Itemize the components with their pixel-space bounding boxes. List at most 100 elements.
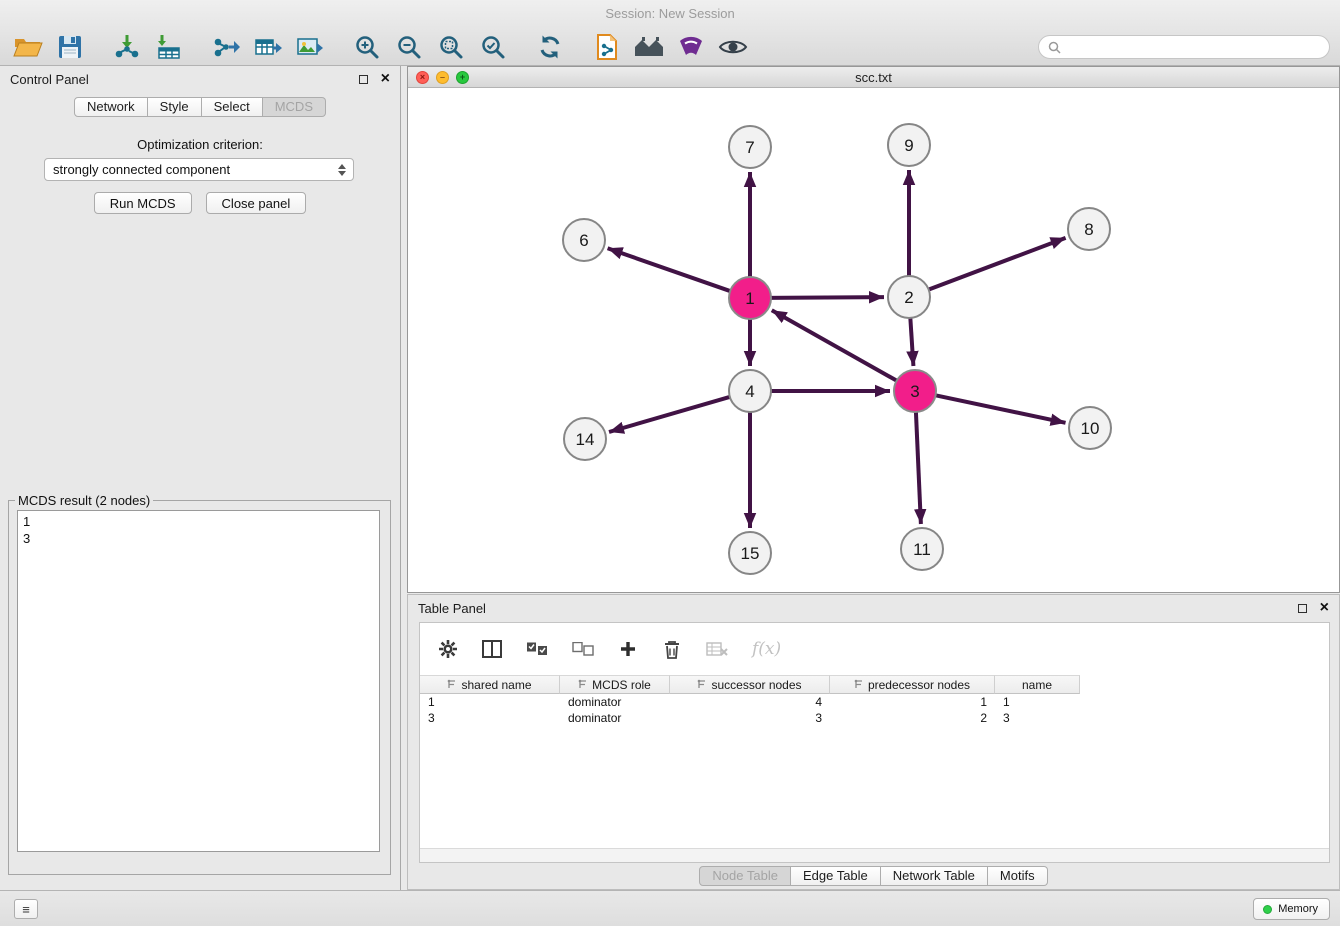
svg-text:3: 3 [910, 382, 919, 401]
import-network-icon[interactable] [111, 32, 143, 62]
import-table-icon[interactable] [153, 32, 185, 62]
graph-node-15[interactable]: 15 [729, 532, 771, 574]
svg-text:11: 11 [913, 540, 931, 559]
export-network-icon[interactable] [210, 32, 242, 62]
search-input[interactable] [1067, 40, 1329, 54]
zoom-selected-icon[interactable] [477, 32, 509, 62]
graph-edge-2-3[interactable] [910, 315, 913, 366]
network-window-title: scc.txt [855, 70, 892, 85]
column-header-predecessor-nodes[interactable]: predecessor nodes [830, 675, 995, 694]
zoom-window-icon[interactable]: + [456, 71, 469, 84]
close-panel-button[interactable]: Close panel [206, 192, 307, 214]
graph-node-10[interactable]: 10 [1069, 407, 1111, 449]
search-box[interactable] [1038, 35, 1330, 59]
add-row-icon[interactable] [618, 640, 638, 658]
column-header-mcds-role[interactable]: MCDS role [560, 675, 670, 694]
column-header-label: successor nodes [711, 678, 801, 692]
mcds-result-title: MCDS result (2 nodes) [15, 493, 153, 508]
graph-node-11[interactable]: 11 [901, 528, 943, 570]
table-cell: 3 [670, 710, 830, 726]
graph-node-6[interactable]: 6 [563, 219, 605, 261]
float-table-panel-icon[interactable] [1298, 604, 1307, 613]
zoom-fit-icon[interactable] [435, 32, 467, 62]
close-table-panel-icon[interactable]: × [1320, 600, 1329, 616]
float-panel-icon[interactable] [359, 75, 368, 84]
network-canvas[interactable]: 7 9 6 8 1 2 4 3 14 10 15 11 [408, 89, 1339, 592]
style-brush-icon[interactable] [675, 32, 707, 62]
graph-node-4[interactable]: 4 [729, 370, 771, 412]
svg-text:15: 15 [741, 544, 760, 563]
graph-node-8[interactable]: 8 [1068, 208, 1110, 250]
graph-edge-2-8[interactable] [926, 238, 1066, 291]
tab-style[interactable]: Style [148, 97, 202, 117]
zoom-in-icon[interactable] [351, 32, 383, 62]
graph-edge-3-10[interactable] [933, 395, 1066, 423]
minimize-window-icon[interactable]: – [436, 71, 449, 84]
tab-network[interactable]: Network [74, 97, 148, 117]
network-overview-icon[interactable] [633, 32, 665, 62]
mcds-result-item: 3 [23, 530, 374, 547]
memory-button[interactable]: Memory [1253, 898, 1330, 920]
tab-mcds[interactable]: MCDS [263, 97, 326, 117]
graph-node-9[interactable]: 9 [888, 124, 930, 166]
network-file-icon[interactable] [591, 32, 623, 62]
table-row[interactable]: 3dominator323 [420, 710, 1329, 726]
deselect-all-icon[interactable] [572, 642, 594, 656]
control-panel-header: Control Panel × [0, 66, 400, 92]
control-panel: Control Panel × NetworkStyleSelectMCDS O… [0, 66, 401, 890]
export-image-icon[interactable] [294, 32, 326, 62]
table-settings-icon[interactable] [438, 639, 458, 659]
table-row[interactable]: 1dominator411 [420, 694, 1329, 710]
table-cell: 4 [670, 694, 830, 710]
graph-edge-4-14[interactable] [609, 396, 733, 432]
graph-node-1[interactable]: 1 [729, 277, 771, 319]
column-header-successor-nodes[interactable]: successor nodes [670, 675, 830, 694]
zoom-out-icon[interactable] [393, 32, 425, 62]
save-session-icon[interactable] [54, 32, 86, 62]
network-graph[interactable]: 7 9 6 8 1 2 4 3 14 10 15 11 [408, 89, 1339, 592]
optimization-dropdown[interactable]: strongly connected component [44, 158, 354, 181]
tab-node-table[interactable]: Node Table [699, 866, 791, 886]
table-cell: dominator [560, 710, 670, 726]
mcds-result-box: MCDS result (2 nodes) 13 [8, 493, 391, 875]
control-panel-title: Control Panel [10, 72, 89, 87]
graph-node-3[interactable]: 3 [894, 370, 936, 412]
graph-edge-3-11[interactable] [916, 409, 921, 524]
graph-node-2[interactable]: 2 [888, 276, 930, 318]
horizontal-scrollbar[interactable] [420, 848, 1329, 862]
task-history-icon[interactable]: ≡ [14, 899, 38, 919]
table-cell: 1 [830, 694, 995, 710]
apply-layout-icon[interactable] [534, 32, 566, 62]
select-all-icon[interactable] [526, 642, 548, 656]
delete-row-icon[interactable] [662, 640, 682, 659]
tab-network-table[interactable]: Network Table [881, 866, 988, 886]
graph-edge-1-2[interactable] [768, 297, 884, 298]
column-type-icon [447, 678, 456, 692]
column-header-name[interactable]: name [995, 675, 1080, 694]
control-panel-tabs: NetworkStyleSelectMCDS [0, 97, 400, 117]
open-session-icon[interactable] [12, 32, 44, 62]
graph-node-7[interactable]: 7 [729, 126, 771, 168]
tab-edge-table[interactable]: Edge Table [791, 866, 881, 886]
run-mcds-button[interactable]: Run MCDS [94, 192, 192, 214]
table-toolbar: f(x) [420, 623, 1329, 675]
mcds-result-item: 1 [23, 513, 374, 530]
graph-edge-1-6[interactable] [608, 248, 733, 292]
show-columns-icon[interactable] [482, 640, 502, 658]
show-details-eye-icon[interactable] [717, 32, 749, 62]
optimization-label: Optimization criterion: [0, 137, 400, 152]
close-panel-icon[interactable]: × [381, 71, 390, 87]
graph-node-14[interactable]: 14 [564, 418, 606, 460]
dropdown-stepper-icon [338, 164, 346, 176]
close-window-icon[interactable]: × [416, 71, 429, 84]
graph-edge-3-1[interactable] [772, 310, 900, 382]
tab-select[interactable]: Select [202, 97, 263, 117]
search-icon [1048, 41, 1061, 54]
status-bar: ≡ Memory [0, 890, 1340, 926]
column-header-shared-name[interactable]: shared name [420, 675, 560, 694]
tab-motifs[interactable]: Motifs [988, 866, 1048, 886]
svg-text:8: 8 [1084, 220, 1093, 239]
export-table-icon[interactable] [252, 32, 284, 62]
table-cell: dominator [560, 694, 670, 710]
mcds-result-list[interactable]: 13 [17, 510, 380, 852]
